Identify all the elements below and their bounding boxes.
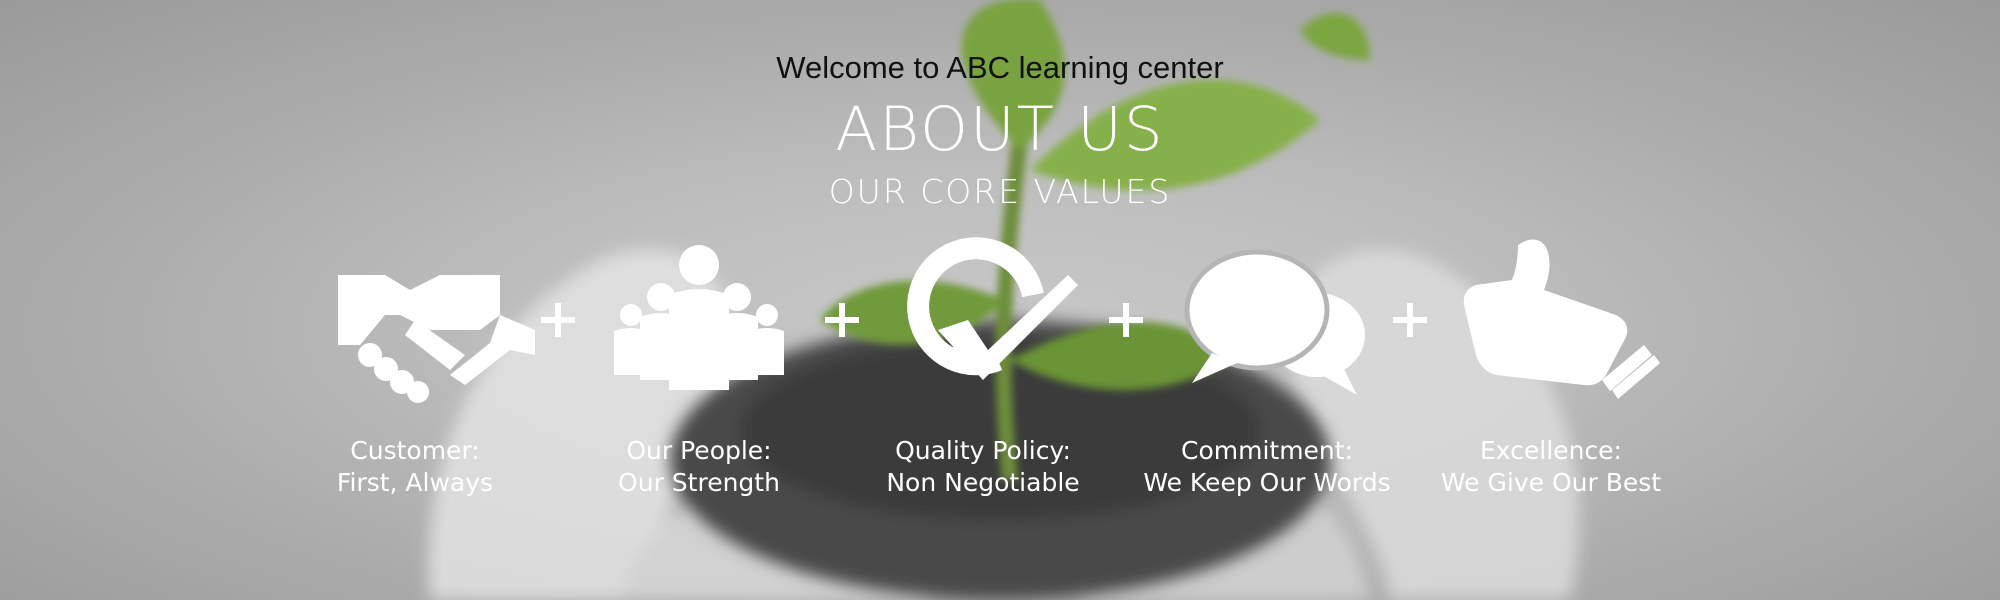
value-label: Commitment: We Keep Our Words: [1143, 436, 1391, 497]
value-excellence: Excellence: We Give Our Best: [1426, 235, 1676, 525]
welcome-text: Welcome to ABC learning center: [776, 50, 1224, 85]
about-us-banner: Welcome to ABC learning center ABOUT US …: [0, 0, 2000, 600]
page-title: ABOUT US: [835, 94, 1165, 165]
section-subtitle: OUR CORE VALUES: [828, 172, 1172, 211]
plus-icon: [825, 303, 859, 337]
handshake-icon: [338, 275, 535, 403]
value-label: Excellence: We Give Our Best: [1440, 436, 1662, 497]
quality-check-icon: [907, 237, 1078, 380]
plus-icon: [1109, 303, 1143, 337]
speech-bubbles-icon: [1184, 249, 1365, 395]
core-values-row: Customer: First, Always Our People: Our …: [0, 235, 2000, 525]
plus-icon: [1393, 303, 1427, 337]
value-commitment: Commitment: We Keep Our Words: [1142, 235, 1392, 525]
value-quality-policy: Quality Policy: Non Negotiable: [858, 235, 1108, 525]
thumbs-up-icon: [1463, 239, 1660, 399]
value-label: Our People: Our Strength: [618, 436, 780, 497]
value-label: Customer: First, Always: [336, 436, 494, 497]
people-group-icon: [614, 245, 784, 390]
value-label: Quality Policy: Non Negotiable: [886, 436, 1080, 497]
value-customer: Customer: First, Always: [290, 235, 540, 525]
plus-icon: [541, 303, 575, 337]
value-our-people: Our People: Our Strength: [574, 235, 824, 525]
